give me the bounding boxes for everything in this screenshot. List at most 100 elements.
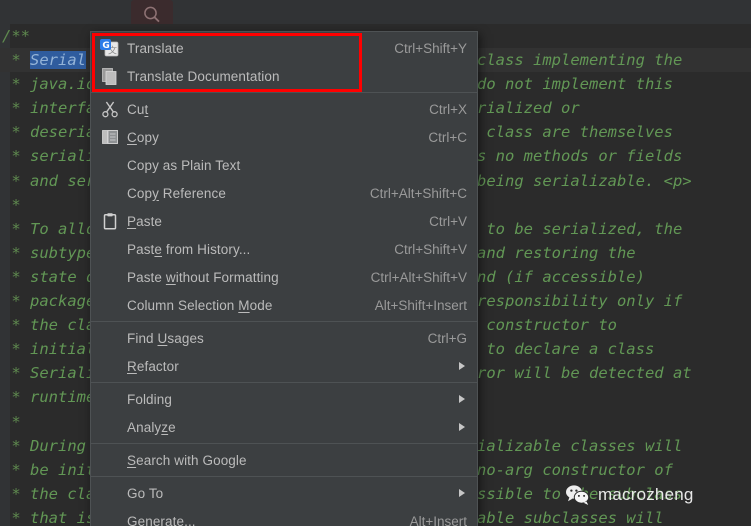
menu-item-folding[interactable]: Folding — [91, 385, 477, 413]
menu-item-shortcut: Ctrl+C — [410, 130, 467, 145]
menu-item-analyze[interactable]: Analyze — [91, 413, 477, 441]
menu-item-label: Column Selection Mode — [127, 298, 357, 313]
menu-separator — [91, 382, 477, 383]
code-line-left: * be init — [2, 461, 95, 479]
code-line-right: constructor to — [477, 313, 617, 337]
editor-context-menu[interactable]: 文GTranslateCtrl+Shift+YTranslate Documen… — [90, 31, 478, 526]
code-line-right: class implementing the — [477, 48, 682, 72]
menu-item-shortcut: Ctrl+V — [411, 214, 467, 229]
code-line-right: do not implement this — [477, 72, 673, 96]
clipboard-icon — [99, 212, 123, 230]
code-line-right: to declare a class — [477, 337, 654, 361]
menu-item-label: Analyze — [127, 420, 459, 435]
code-line-left: * and ser — [2, 172, 95, 190]
menu-item-no-icon — [99, 451, 123, 469]
menu-item-generate[interactable]: Generate...Alt+Insert — [91, 507, 477, 526]
code-line-right: s no methods or fields — [477, 144, 682, 168]
menu-item-copy-reference[interactable]: Copy ReferenceCtrl+Alt+Shift+C — [91, 179, 477, 207]
menu-item-no-icon — [99, 156, 123, 174]
chevron-right-icon — [459, 423, 465, 431]
chevron-right-icon — [459, 395, 465, 403]
menu-item-shortcut: Ctrl+Shift+V — [376, 242, 467, 257]
scissors-icon — [99, 100, 123, 118]
menu-item-label: Paste — [127, 214, 411, 229]
menu-item-column-selection-mode[interactable]: Column Selection ModeAlt+Shift+Insert — [91, 291, 477, 319]
menu-item-label: Search with Google — [127, 453, 467, 468]
menu-item-paste[interactable]: PasteCtrl+V — [91, 207, 477, 235]
document-copy-icon — [99, 67, 123, 85]
menu-separator — [91, 476, 477, 477]
code-line-right: ializable classes will — [477, 434, 682, 458]
menu-item-label: Paste from History... — [127, 242, 376, 257]
menu-item-label: Copy — [127, 130, 410, 145]
menu-item-cut[interactable]: CutCtrl+X — [91, 95, 477, 123]
top-bar — [0, 0, 751, 24]
menu-item-no-icon — [99, 184, 123, 202]
code-line-right: ror will be detected at — [477, 361, 692, 385]
menu-item-label: Folding — [127, 392, 459, 407]
menu-item-label: Translate — [127, 41, 376, 56]
menu-item-paste-from-history[interactable]: Paste from History...Ctrl+Shift+V — [91, 235, 477, 263]
code-line-right: and restoring the — [477, 241, 636, 265]
screenshot-root: /** * Serialclass implementing the * jav… — [0, 0, 751, 526]
chevron-right-icon — [459, 362, 465, 370]
menu-separator — [91, 321, 477, 322]
menu-item-label: Refactor — [127, 359, 459, 374]
menu-item-no-icon — [99, 357, 123, 375]
menu-item-no-icon — [99, 329, 123, 347]
menu-item-paste-without-formatting[interactable]: Paste without FormattingCtrl+Alt+Shift+V — [91, 263, 477, 291]
google-translate-icon: 文G — [99, 39, 123, 57]
code-line-left: * Serial — [2, 51, 86, 69]
code-line-right: to be serialized, the — [477, 217, 682, 241]
code-line-right: being serializable. <p> — [477, 169, 692, 193]
code-line-left: * — [2, 196, 30, 214]
menu-item-no-icon — [99, 418, 123, 436]
menu-item-no-icon — [99, 268, 123, 286]
code-line-left: * subtype — [2, 244, 95, 262]
menu-item-shortcut: Alt+Shift+Insert — [357, 298, 467, 313]
menu-item-translate[interactable]: 文GTranslateCtrl+Shift+Y — [91, 34, 477, 62]
menu-item-find-usages[interactable]: Find UsagesCtrl+G — [91, 324, 477, 352]
code-line-left: * During — [2, 437, 86, 455]
menu-item-shortcut: Ctrl+Alt+Shift+V — [353, 270, 467, 285]
menu-item-translate-documentation[interactable]: Translate Documentation — [91, 62, 477, 90]
menu-item-label: Translate Documentation — [127, 69, 467, 84]
menu-item-copy-as-plain-text[interactable]: Copy as Plain Text — [91, 151, 477, 179]
watermark-label: macrozheng — [598, 485, 694, 505]
menu-item-shortcut: Alt+Insert — [392, 514, 467, 526]
code-line-left: * initial — [2, 340, 95, 358]
menu-item-shortcut: Ctrl+G — [410, 331, 467, 346]
menu-item-copy[interactable]: CopyCtrl+C — [91, 123, 477, 151]
code-line-right: class are themselves — [477, 120, 673, 144]
menu-item-shortcut: Ctrl+X — [411, 102, 467, 117]
code-line-right: nd (if accessible) — [477, 265, 645, 289]
code-line-right: rialized or — [477, 96, 580, 120]
wechat-icon — [565, 484, 591, 506]
menu-item-shortcut: Ctrl+Alt+Shift+C — [352, 186, 467, 201]
code-line-right: responsibility only if — [477, 289, 682, 313]
menu-item-no-icon — [99, 296, 123, 314]
menu-item-label: Copy as Plain Text — [127, 158, 467, 173]
menu-item-go-to[interactable]: Go To — [91, 479, 477, 507]
menu-item-label: Cut — [127, 102, 411, 117]
code-line-left: * state o — [2, 268, 95, 286]
menu-item-label: Copy Reference — [127, 186, 352, 201]
chevron-right-icon — [459, 489, 465, 497]
menu-item-no-icon — [99, 390, 123, 408]
code-line-left: * that is — [2, 509, 95, 526]
menu-item-no-icon — [99, 240, 123, 258]
code-line-right: no-arg constructor of — [477, 458, 673, 482]
menu-item-label: Find Usages — [127, 331, 410, 346]
watermark: macrozheng — [565, 484, 694, 506]
menu-item-no-icon — [99, 512, 123, 526]
menu-item-search-with-google[interactable]: Search with Google — [91, 446, 477, 474]
search-icon — [142, 5, 162, 25]
menu-item-label: Paste without Formatting — [127, 270, 353, 285]
menu-separator — [91, 92, 477, 93]
copy-icon — [99, 128, 123, 146]
menu-item-refactor[interactable]: Refactor — [91, 352, 477, 380]
code-line-left: * package — [2, 292, 95, 310]
svg-text:G: G — [102, 41, 109, 51]
code-line-left: * To allo — [2, 220, 95, 238]
code-line-left: * runtime — [2, 388, 95, 406]
